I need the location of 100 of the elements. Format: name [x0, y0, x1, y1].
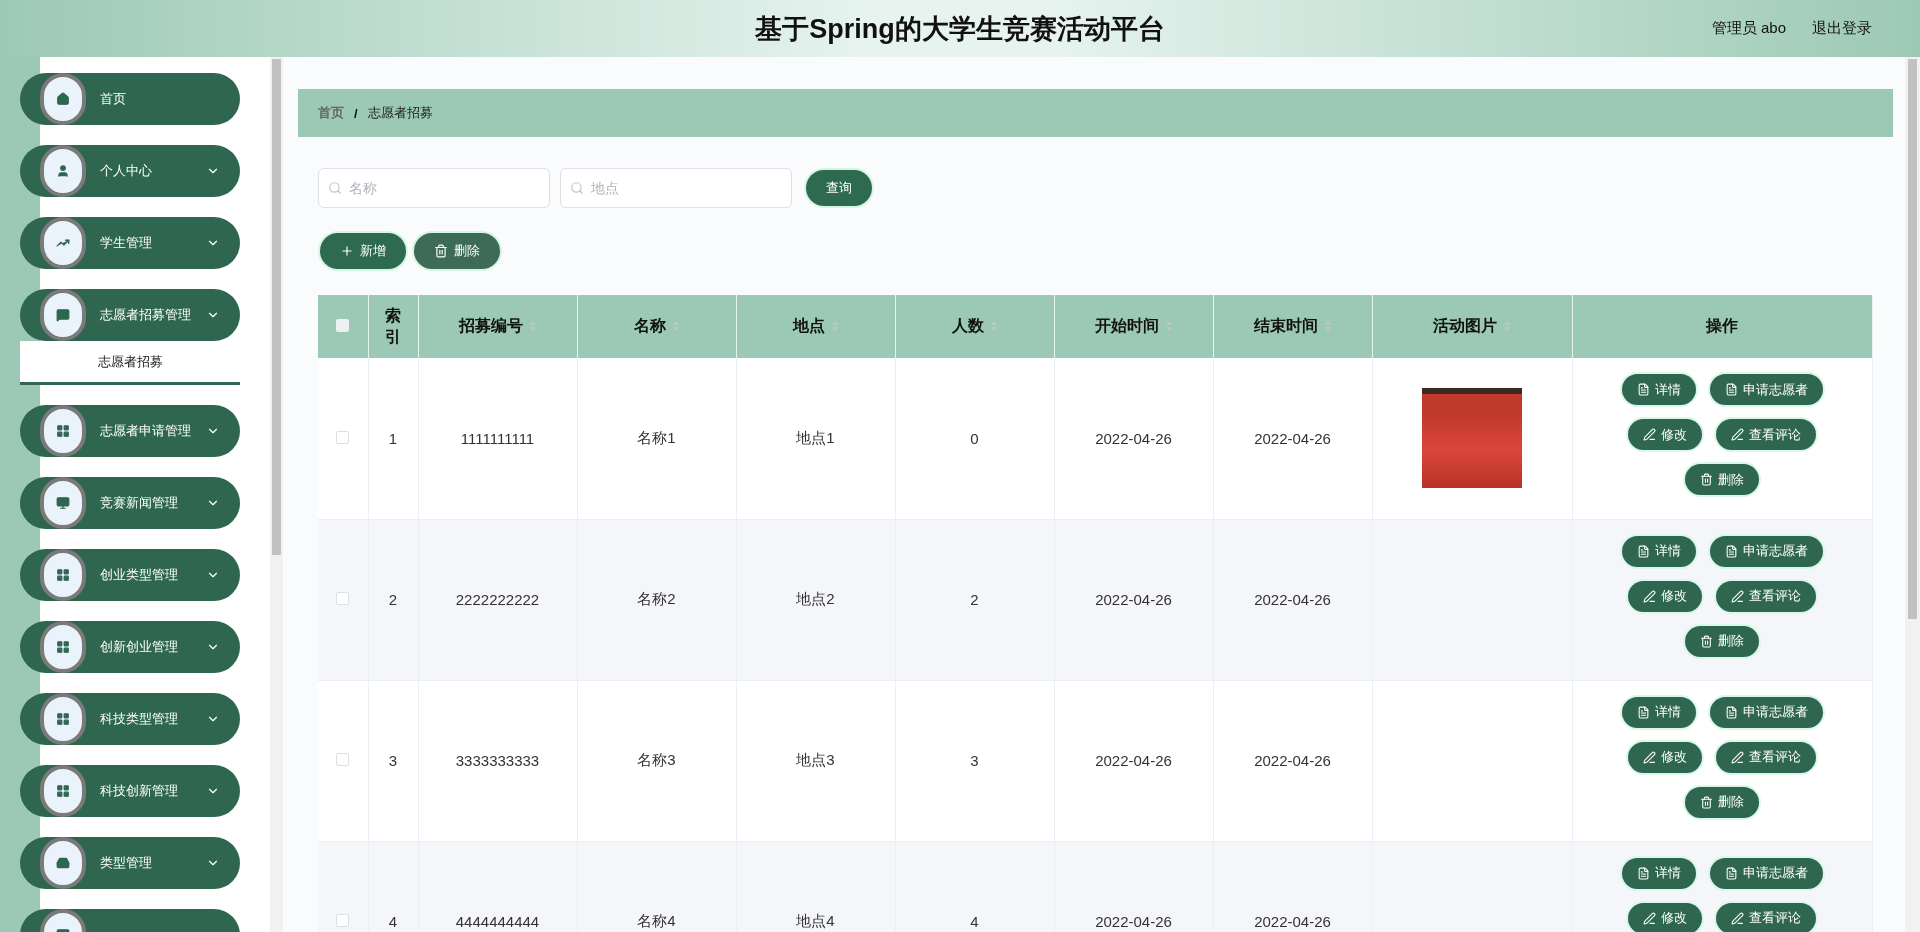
table-cell: 2022-04-26 [1054, 680, 1213, 841]
document-icon [1724, 705, 1738, 719]
action-button[interactable]: 申请志愿者 [1709, 857, 1823, 889]
pencil-icon [1731, 911, 1744, 925]
search-field[interactable]: 名称 [318, 168, 550, 208]
menu-icon [40, 477, 86, 529]
search-icon [328, 181, 342, 195]
trash-icon [1700, 795, 1713, 809]
action-button[interactable]: 详情 [1621, 696, 1696, 728]
row-checkbox[interactable] [336, 430, 350, 444]
pencil-icon [1731, 428, 1744, 441]
menu-item[interactable]: 学生管理 [20, 217, 240, 269]
column-header: 索引 [368, 295, 418, 358]
trash-icon [1700, 634, 1713, 648]
column-header[interactable]: 活动图片 [1372, 295, 1572, 358]
action-button[interactable]: 修改 [1628, 741, 1702, 773]
breadcrumb-current: 志愿者招募 [367, 104, 433, 122]
action-button[interactable]: 详情 [1621, 535, 1696, 567]
action-button[interactable]: 查看评论 [1716, 419, 1816, 450]
row-checkbox[interactable] [336, 914, 350, 927]
action-button[interactable]: 删除 [1685, 625, 1759, 657]
action-button[interactable]: 详情 [1621, 857, 1696, 889]
table-cell: 4444444444 [418, 841, 577, 932]
document-icon [1636, 866, 1650, 880]
action-button[interactable]: 查看评论 [1716, 741, 1816, 773]
plus-icon [340, 244, 354, 258]
column-header[interactable]: 招募编号 [418, 295, 577, 358]
table-cell: 2022-04-26 [1213, 358, 1372, 519]
menu-icon [40, 405, 86, 457]
column-header[interactable]: 开始时间 [1054, 295, 1213, 358]
action-button[interactable]: 修改 [1628, 419, 1702, 450]
logout-link[interactable]: 退出登录 [1812, 19, 1872, 38]
menu-item[interactable]: 科技类型管理 [20, 693, 240, 745]
action-button[interactable]: 查看评论 [1716, 902, 1816, 932]
select-all-checkbox[interactable] [336, 318, 350, 332]
pencil-icon [1731, 750, 1744, 764]
table-cell: 2022-04-26 [1054, 519, 1213, 680]
table-cell: 2 [368, 519, 418, 680]
trash-icon [434, 244, 448, 258]
menu-item[interactable]: 志愿者申请管理 [20, 405, 240, 457]
action-button[interactable]: 申请志愿者 [1709, 374, 1823, 405]
column-header[interactable]: 地点 [736, 295, 895, 358]
menu-item[interactable]: 个人中心 [20, 145, 240, 197]
delete-button[interactable]: 删除 [414, 233, 500, 269]
action-button[interactable]: 修改 [1628, 580, 1702, 612]
search-field[interactable]: 地点 [560, 168, 792, 208]
menu-item[interactable]: 首页 [20, 73, 240, 125]
menu-item[interactable]: 创新创业管理 [20, 621, 240, 673]
menu-item[interactable]: 类型管理 [20, 837, 240, 889]
scrollbar[interactable] [270, 57, 283, 932]
table-cell: 地点4 [736, 841, 895, 932]
action-button[interactable]: 删除 [1685, 464, 1759, 495]
menu-item[interactable]: 科技创新管理 [20, 765, 240, 817]
menu-icon [40, 693, 86, 745]
table-cell: 0 [895, 358, 1054, 519]
menu-icon [40, 217, 86, 269]
table-cell: 2 [895, 519, 1054, 680]
table-cell: 地点1 [736, 358, 895, 519]
table-cell: 2022-04-26 [1054, 841, 1213, 932]
scrollbar[interactable] [1905, 57, 1920, 932]
action-button[interactable]: 申请志愿者 [1709, 535, 1823, 567]
pencil-icon [1643, 911, 1656, 925]
table-cell: 3 [368, 680, 418, 841]
pencil-icon [1643, 589, 1656, 603]
pencil-icon [1643, 750, 1656, 764]
row-checkbox[interactable] [336, 753, 350, 766]
menu-item[interactable]: 竞赛新闻管理 [20, 477, 240, 529]
menu-icon [40, 621, 86, 673]
table-cell: 4 [368, 841, 418, 932]
action-button[interactable]: 修改 [1628, 902, 1702, 932]
action-button[interactable]: 申请志愿者 [1709, 696, 1823, 728]
menu-icon [40, 145, 86, 197]
action-button[interactable]: 删除 [1685, 786, 1759, 818]
menu-item[interactable]: 创业类型管理 [20, 549, 240, 601]
column-header[interactable]: 名称 [577, 295, 736, 358]
menu-icon [40, 73, 86, 125]
table-cell: 名称3 [577, 680, 736, 841]
query-button[interactable]: 查询 [806, 170, 872, 206]
pencil-icon [1643, 428, 1656, 441]
pencil-icon [1731, 589, 1744, 603]
table-cell: 2022-04-26 [1054, 358, 1213, 519]
document-icon [1724, 544, 1738, 558]
table-cell: 名称1 [577, 358, 736, 519]
row-checkbox[interactable] [336, 592, 350, 605]
column-header[interactable]: 人数 [895, 295, 1054, 358]
table-cell: 地点3 [736, 680, 895, 841]
table-cell: 2022-04-26 [1213, 841, 1372, 932]
table-cell: 3333333333 [418, 680, 577, 841]
column-header[interactable]: 结束时间 [1213, 295, 1372, 358]
add-button[interactable]: 新增 [320, 233, 406, 269]
document-icon [1724, 866, 1738, 880]
action-button[interactable]: 详情 [1621, 374, 1696, 405]
submenu-item[interactable]: 志愿者招募 [20, 341, 240, 385]
user-label: 管理员 abo [1711, 19, 1786, 38]
menu-item[interactable]: 志愿者招募管理 [20, 289, 240, 341]
table-cell: 1111111111 [418, 358, 577, 519]
menu-icon [40, 765, 86, 817]
table-cell: 名称4 [577, 841, 736, 932]
table-cell: 2022-04-26 [1213, 680, 1372, 841]
action-button[interactable]: 查看评论 [1716, 580, 1816, 612]
